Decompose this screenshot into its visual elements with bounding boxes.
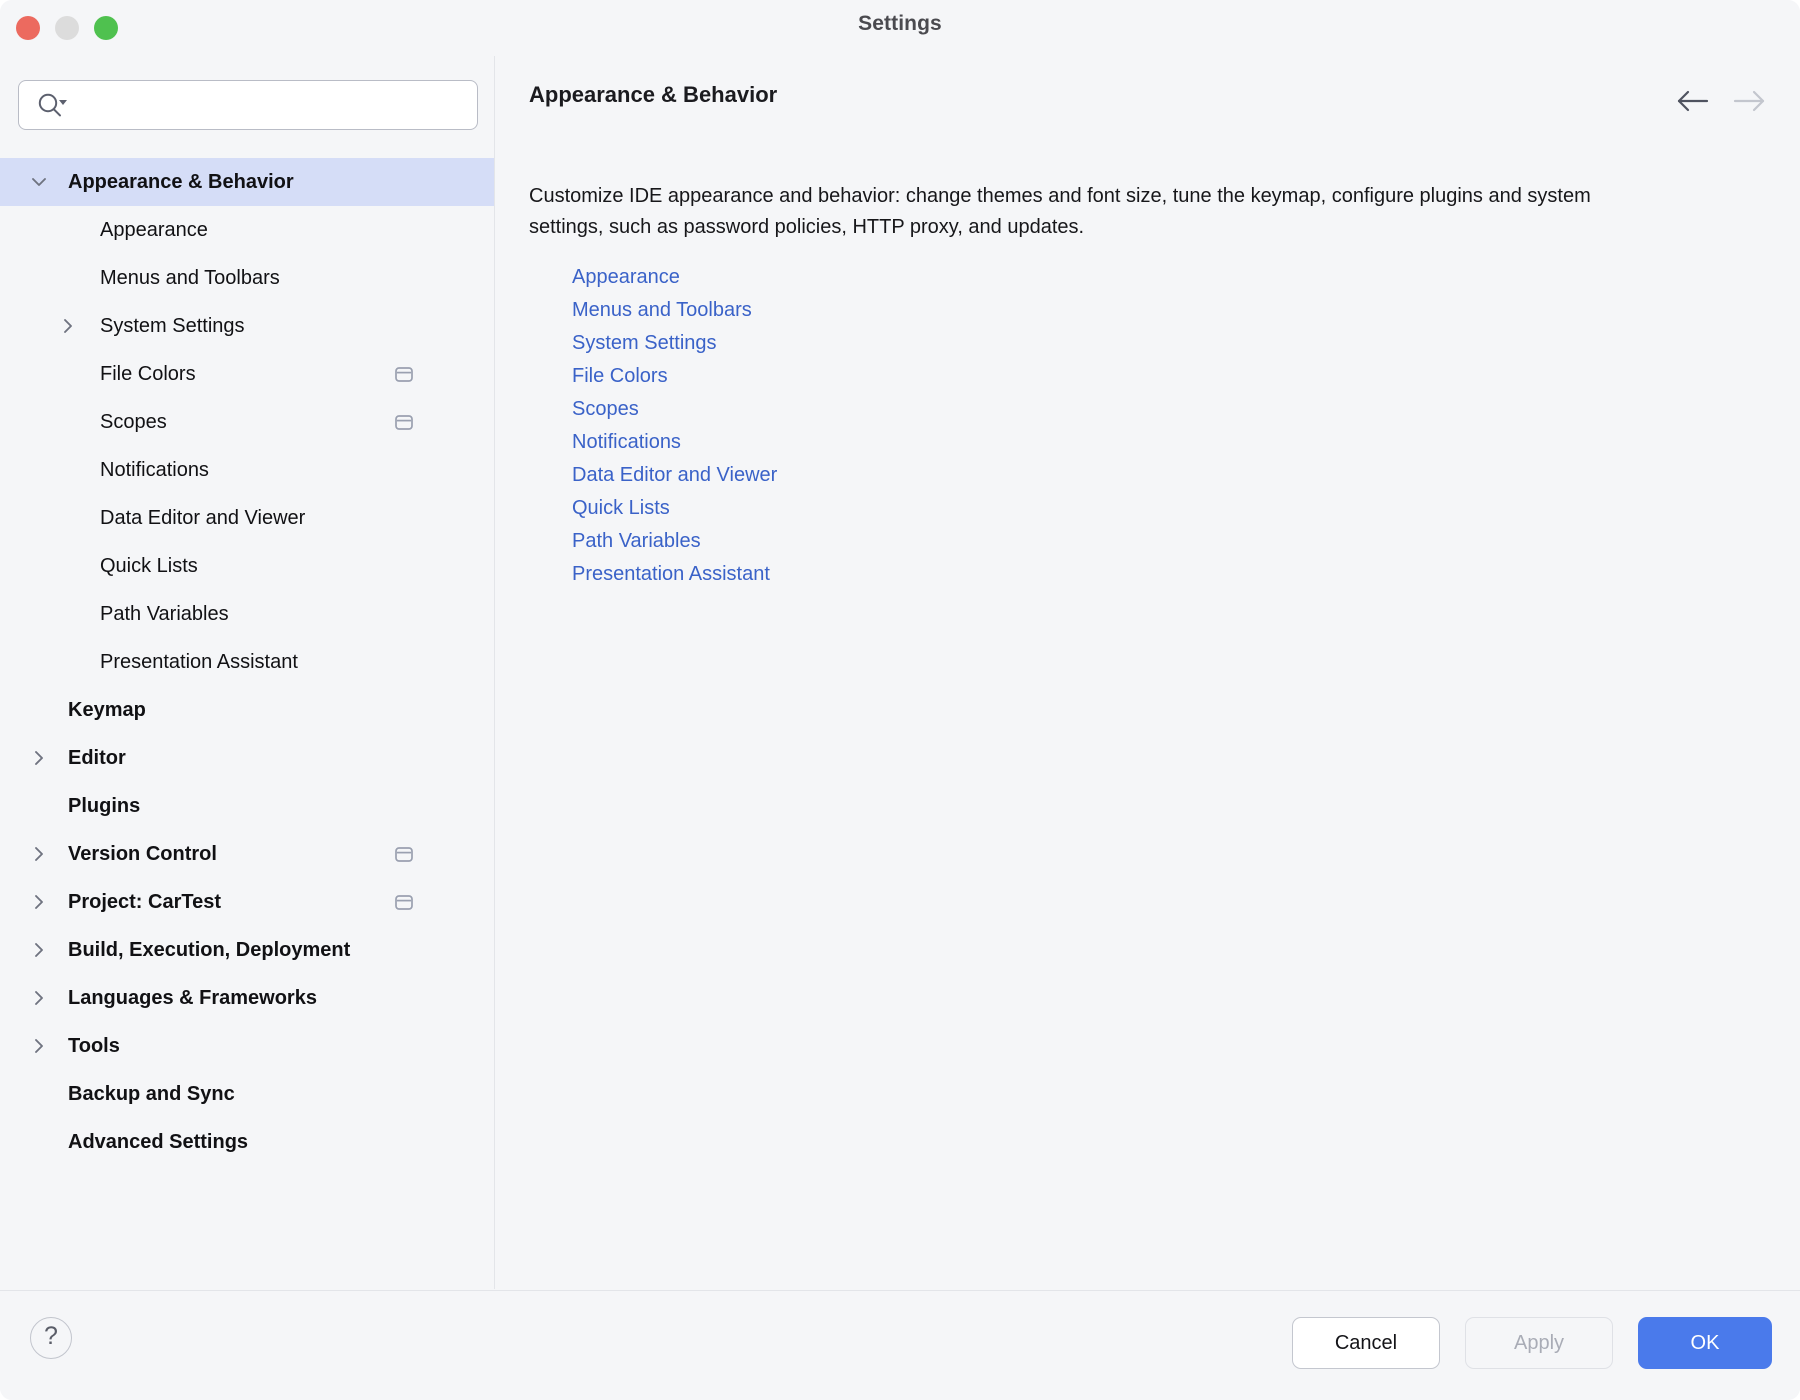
chevron-right-icon[interactable] <box>28 843 50 865</box>
sidebar-item-keymap[interactable]: Keymap <box>0 686 494 734</box>
sidebar-item-plugins[interactable]: Plugins <box>0 782 494 830</box>
sidebar-item-appearance[interactable]: Appearance <box>0 206 494 254</box>
project-scope-icon <box>393 843 415 865</box>
subsection-link[interactable]: Path Variables <box>572 525 701 558</box>
sidebar-item-advanced-settings[interactable]: Advanced Settings <box>0 1118 494 1166</box>
sidebar-item-label: Data Editor and Viewer <box>100 507 305 530</box>
window-title: Settings <box>0 12 1800 36</box>
sidebar-item-label: System Settings <box>100 315 245 338</box>
cancel-button[interactable]: Cancel <box>1292 1317 1440 1369</box>
sidebar-item-label: File Colors <box>100 363 196 386</box>
project-scope-icon <box>393 411 415 433</box>
dialog-footer: ? Cancel Apply OK <box>0 1290 1800 1400</box>
sidebar-item-label: Version Control <box>68 843 217 866</box>
sidebar-item-label: Appearance & Behavior <box>68 171 294 194</box>
sidebar-item-menus-and-toolbars[interactable]: Menus and Toolbars <box>0 254 494 302</box>
sidebar-item-label: Plugins <box>68 795 140 818</box>
sidebar-item-label: Menus and Toolbars <box>100 267 280 290</box>
sidebar-item-editor[interactable]: Editor <box>0 734 494 782</box>
back-button[interactable] <box>1675 84 1709 118</box>
subsection-link[interactable]: Quick Lists <box>572 492 670 525</box>
sidebar-item-label: Scopes <box>100 411 167 434</box>
sidebar-item-label: Languages & Frameworks <box>68 987 317 1010</box>
chevron-right-icon[interactable] <box>28 939 50 961</box>
sidebar-item-backup-and-sync[interactable]: Backup and Sync <box>0 1070 494 1118</box>
search-input[interactable] <box>18 80 478 130</box>
subsection-link[interactable]: Menus and Toolbars <box>572 294 752 327</box>
settings-main-panel: Appearance & Behavior Customize IDE appe… <box>496 56 1800 1289</box>
sidebar-item-presentation-assistant[interactable]: Presentation Assistant <box>0 638 494 686</box>
page-title: Appearance & Behavior <box>529 82 777 108</box>
chevron-right-icon[interactable] <box>28 1035 50 1057</box>
sidebar-item-label: Presentation Assistant <box>100 651 298 674</box>
sidebar-item-project-cartest[interactable]: Project: CarTest <box>0 878 494 926</box>
sidebar-item-tools[interactable]: Tools <box>0 1022 494 1070</box>
chevron-down-icon[interactable] <box>28 171 50 193</box>
sidebar-item-system-settings[interactable]: System Settings <box>0 302 494 350</box>
subsection-link[interactable]: File Colors <box>572 360 668 393</box>
sidebar-item-quick-lists[interactable]: Quick Lists <box>0 542 494 590</box>
page-description: Customize IDE appearance and behavior: c… <box>529 181 1599 243</box>
sidebar-item-file-colors[interactable]: File Colors <box>0 350 494 398</box>
search-field[interactable] <box>18 80 478 130</box>
subsection-link[interactable]: Presentation Assistant <box>572 558 770 591</box>
sidebar-item-label: Notifications <box>100 459 209 482</box>
sidebar-item-label: Tools <box>68 1035 120 1058</box>
subsection-link-list: AppearanceMenus and ToolbarsSystem Setti… <box>572 261 777 591</box>
subsection-link[interactable]: Notifications <box>572 426 681 459</box>
chevron-right-icon[interactable] <box>57 315 79 337</box>
apply-button[interactable]: Apply <box>1465 1317 1613 1369</box>
sidebar-item-notifications[interactable]: Notifications <box>0 446 494 494</box>
sidebar-item-label: Project: CarTest <box>68 891 221 914</box>
sidebar-item-label: Keymap <box>68 699 146 722</box>
sidebar-item-path-variables[interactable]: Path Variables <box>0 590 494 638</box>
forward-button[interactable] <box>1733 84 1767 118</box>
subsection-link[interactable]: Appearance <box>572 261 680 294</box>
project-scope-icon <box>393 363 415 385</box>
chevron-right-icon[interactable] <box>28 747 50 769</box>
sidebar-item-label: Build, Execution, Deployment <box>68 939 350 962</box>
chevron-right-icon[interactable] <box>28 891 50 913</box>
sidebar-item-label: Appearance <box>100 219 208 242</box>
arrow-left-icon <box>1675 89 1709 113</box>
sidebar-item-label: Backup and Sync <box>68 1083 235 1106</box>
settings-tree: Appearance & Behavior Appearance Menus and… <box>0 158 494 1166</box>
ok-button[interactable]: OK <box>1638 1317 1772 1369</box>
help-button[interactable]: ? <box>30 1317 72 1359</box>
sidebar-item-scopes[interactable]: Scopes <box>0 398 494 446</box>
settings-sidebar: Appearance & Behavior Appearance Menus and… <box>0 56 495 1289</box>
navigation-arrows <box>1675 84 1767 118</box>
arrow-right-icon <box>1733 89 1767 113</box>
title-bar: Settings <box>0 0 1800 56</box>
sidebar-item-appearance-behavior[interactable]: Appearance & Behavior <box>0 158 494 206</box>
sidebar-item-version-control[interactable]: Version Control <box>0 830 494 878</box>
sidebar-item-build-execution-deployment[interactable]: Build, Execution, Deployment <box>0 926 494 974</box>
sidebar-item-label: Editor <box>68 747 126 770</box>
sidebar-item-label: Path Variables <box>100 603 229 626</box>
sidebar-item-label: Advanced Settings <box>68 1131 248 1154</box>
chevron-right-icon[interactable] <box>28 987 50 1009</box>
subsection-link[interactable]: Scopes <box>572 393 639 426</box>
sidebar-item-data-editor-and-viewer[interactable]: Data Editor and Viewer <box>0 494 494 542</box>
dialog-action-buttons: Cancel Apply OK <box>1292 1317 1772 1369</box>
subsection-link[interactable]: Data Editor and Viewer <box>572 459 777 492</box>
subsection-link[interactable]: System Settings <box>572 327 717 360</box>
sidebar-item-label: Quick Lists <box>100 555 198 578</box>
project-scope-icon <box>393 891 415 913</box>
sidebar-item-languages-frameworks[interactable]: Languages & Frameworks <box>0 974 494 1022</box>
settings-dialog: Settings Appearance & BehaviorAppearance… <box>0 0 1800 1400</box>
